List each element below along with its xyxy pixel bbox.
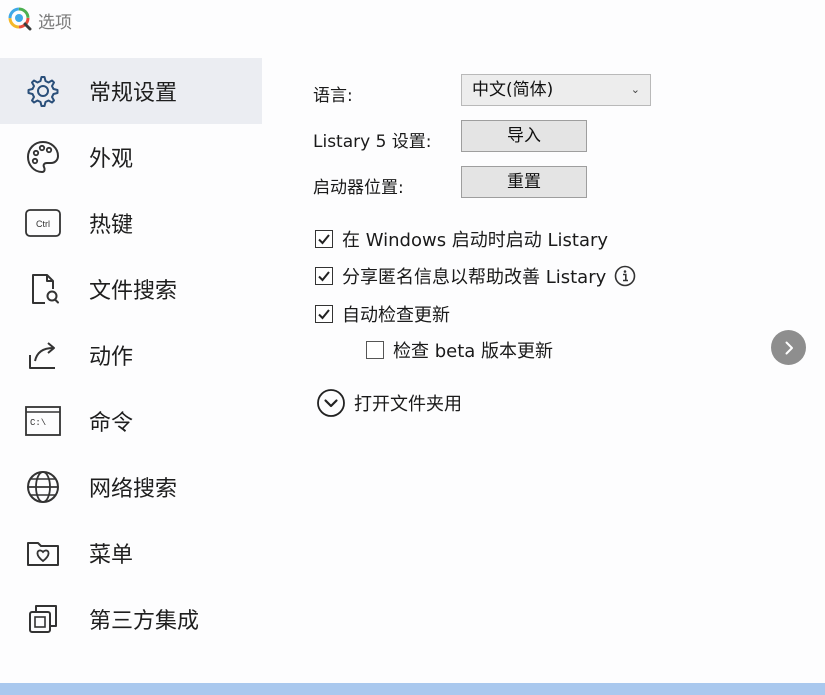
file-search-icon — [24, 270, 62, 308]
sidebar-item-hotkeys[interactable]: Ctrl 热键 — [0, 190, 262, 256]
share-anonymous-info-checkbox[interactable] — [315, 267, 333, 285]
sidebar-item-label: 网络搜索 — [89, 477, 178, 502]
language-select-value: 中文(简体) — [472, 80, 554, 100]
open-folder-with-expander[interactable]: 打开文件夹用 — [316, 388, 462, 418]
import-button[interactable]: 导入 — [461, 120, 587, 152]
integration-icon — [24, 600, 62, 638]
language-label: 语言: — [313, 86, 353, 106]
share-anonymous-info-label: 分享匿名信息以帮助改善 Listary — [342, 267, 607, 288]
sidebar-item-integrations[interactable]: 第三方集成 — [0, 586, 262, 652]
sidebar-item-label: 文件搜索 — [89, 279, 178, 304]
chevron-right-icon — [785, 341, 793, 354]
share-arrow-icon — [24, 336, 62, 374]
title-bar: 选项 — [0, 0, 825, 38]
general-settings-panel: 语言: 中文(简体) ⌄ Listary 5 设置: 导入 启动器位置: 重置 … — [290, 58, 820, 658]
listary5-settings-label: Listary 5 设置: — [313, 132, 432, 152]
sidebar-item-label: 第三方集成 — [89, 609, 200, 634]
bottom-accent-bar — [0, 683, 825, 695]
auto-check-updates-checkbox[interactable] — [315, 305, 333, 323]
start-with-windows-label: 在 Windows 启动时启动 Listary — [342, 230, 609, 251]
folder-heart-icon — [24, 534, 62, 572]
sidebar-item-web-search[interactable]: 网络搜索 — [0, 454, 262, 520]
gear-icon — [24, 72, 62, 110]
chevron-down-circle-icon — [317, 389, 345, 417]
sidebar-item-label: 动作 — [89, 345, 134, 370]
chevron-down-icon: ⌄ — [630, 83, 640, 96]
palette-icon — [24, 138, 62, 176]
launcher-position-label: 启动器位置: — [313, 178, 404, 198]
sidebar-item-label: 命令 — [89, 411, 134, 436]
sidebar-item-label: 热键 — [89, 213, 134, 238]
sidebar-item-label: 常规设置 — [89, 81, 178, 106]
listary-logo-icon — [8, 7, 32, 31]
sidebar-item-label: 菜单 — [89, 543, 134, 568]
sidebar-item-general[interactable]: 常规设置 — [0, 58, 262, 124]
open-folder-with-label: 打开文件夹用 — [354, 394, 462, 415]
sidebar-item-file-search[interactable]: 文件搜索 — [0, 256, 262, 322]
share-anonymous-info-option[interactable]: 分享匿名信息以帮助改善 Listary — [315, 263, 636, 289]
auto-check-updates-option[interactable]: 自动检查更新 — [315, 301, 450, 327]
sidebar: 常规设置 外观 Ctrl 热键 文件搜索 动作 C:\ 命令 网络搜索 菜单 第… — [0, 58, 262, 658]
check-beta-updates-option[interactable]: 检查 beta 版本更新 — [366, 337, 553, 363]
window-title: 选项 — [38, 13, 72, 33]
sidebar-item-appearance[interactable]: 外观 — [0, 124, 262, 190]
auto-check-updates-label: 自动检查更新 — [342, 305, 450, 326]
sidebar-item-menu[interactable]: 菜单 — [0, 520, 262, 586]
language-select[interactable]: 中文(简体) ⌄ — [461, 74, 651, 106]
check-beta-updates-checkbox[interactable] — [366, 341, 384, 359]
start-with-windows-checkbox[interactable] — [315, 230, 333, 248]
info-icon[interactable] — [614, 265, 636, 287]
start-with-windows-option[interactable]: 在 Windows 启动时启动 Listary — [315, 226, 608, 252]
check-beta-updates-label: 检查 beta 版本更新 — [393, 341, 554, 362]
sidebar-item-commands[interactable]: C:\ 命令 — [0, 388, 262, 454]
globe-icon — [24, 468, 62, 506]
ctrl-key-icon: Ctrl — [24, 204, 62, 242]
options-window: 选项 常规设置 外观 Ctrl 热键 文件搜索 动作 C:\ 命令 网络搜索 菜… — [0, 0, 825, 695]
command-prompt-icon: C:\ — [24, 402, 62, 440]
reset-button[interactable]: 重置 — [461, 166, 587, 198]
command-prompt-text: C:\ — [30, 418, 46, 428]
ctrl-key-text: Ctrl — [36, 219, 50, 229]
next-page-button[interactable] — [771, 330, 806, 365]
sidebar-item-actions[interactable]: 动作 — [0, 322, 262, 388]
sidebar-item-label: 外观 — [89, 147, 134, 172]
